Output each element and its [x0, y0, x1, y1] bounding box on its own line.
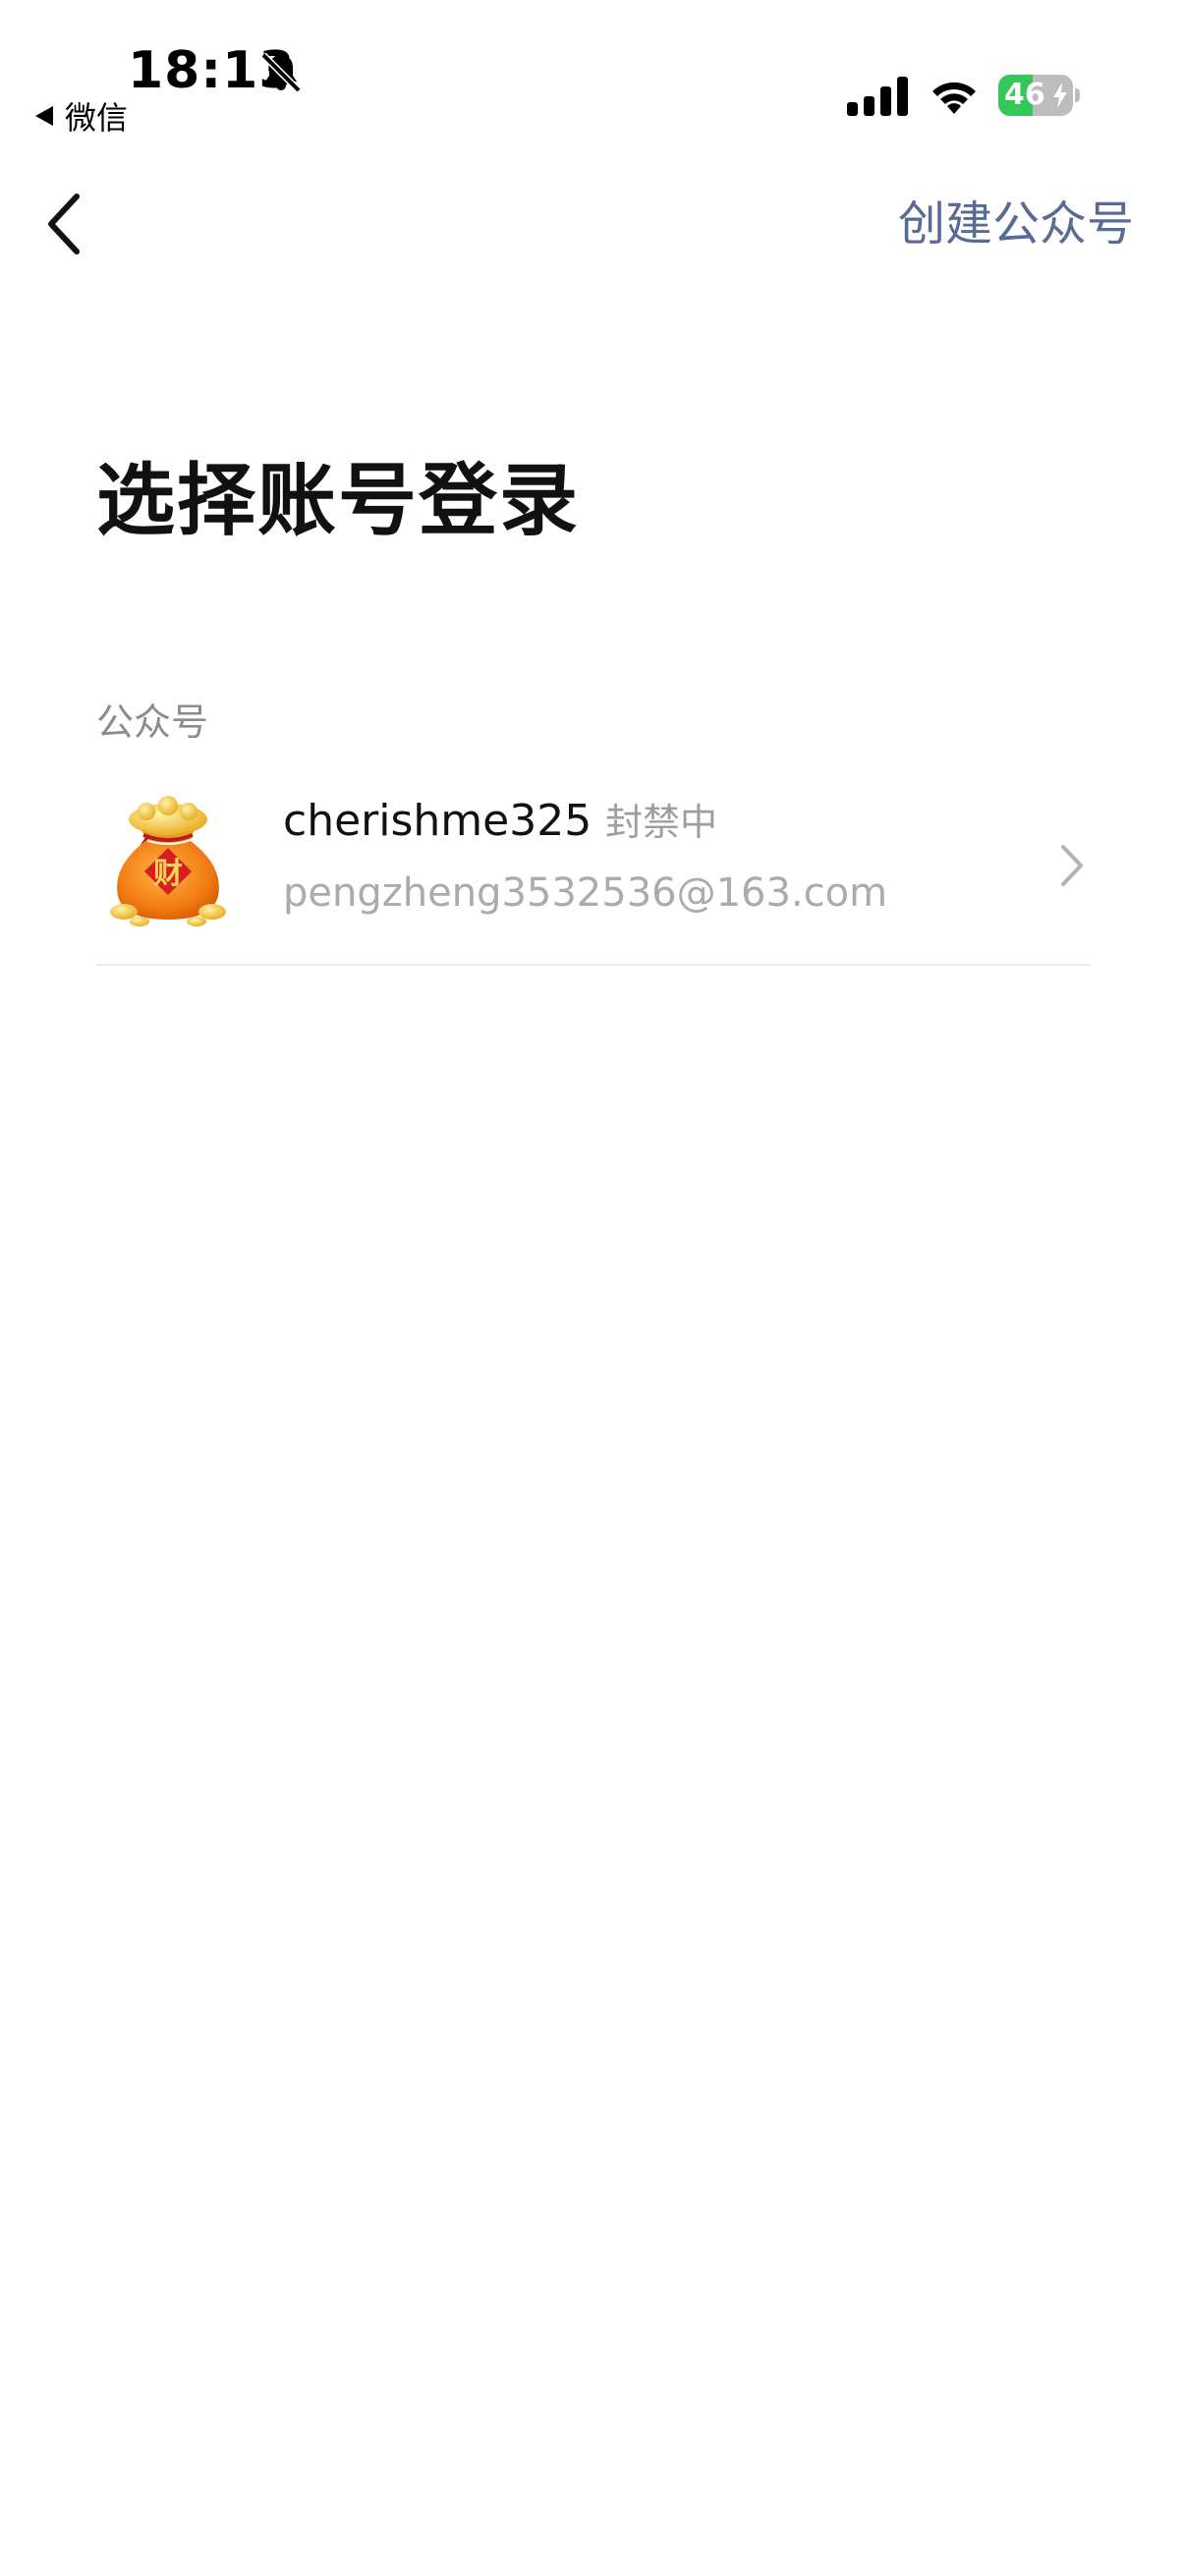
bell-off-icon: [260, 52, 302, 93]
back-triangle-icon: [35, 106, 53, 126]
battery-body: 46: [998, 75, 1073, 116]
back-to-app-link[interactable]: 微信: [35, 96, 129, 137]
battery-level: 46: [1004, 78, 1045, 112]
account-list-item[interactable]: 财 cherishme325 封禁中 pengzheng3532536@163.…: [96, 776, 1089, 963]
bolt-icon: [1053, 83, 1067, 108]
section-label: 公众号: [96, 700, 209, 744]
account-name: cherishme325: [283, 796, 592, 846]
divider: [96, 964, 1091, 966]
chevron-right-icon: [1061, 845, 1083, 886]
account-email: pengzheng3532536@163.com: [283, 870, 888, 916]
create-official-account-button[interactable]: 创建公众号: [898, 193, 1134, 255]
signal-icon: [847, 77, 908, 116]
battery-charging-icon: 46: [998, 75, 1081, 116]
status-bar: 18:13 微信 46: [0, 0, 1185, 147]
back-to-app-label: 微信: [65, 99, 129, 137]
money-bag-avatar: 财: [110, 796, 226, 926]
account-status-badge: 封禁中: [605, 801, 718, 844]
wifi-icon: [932, 82, 976, 114]
avatar-char: 财: [153, 857, 183, 891]
page-title: 选择账号登录: [96, 455, 580, 546]
battery-nub: [1075, 88, 1080, 102]
chevron-left-icon[interactable]: [39, 187, 98, 261]
